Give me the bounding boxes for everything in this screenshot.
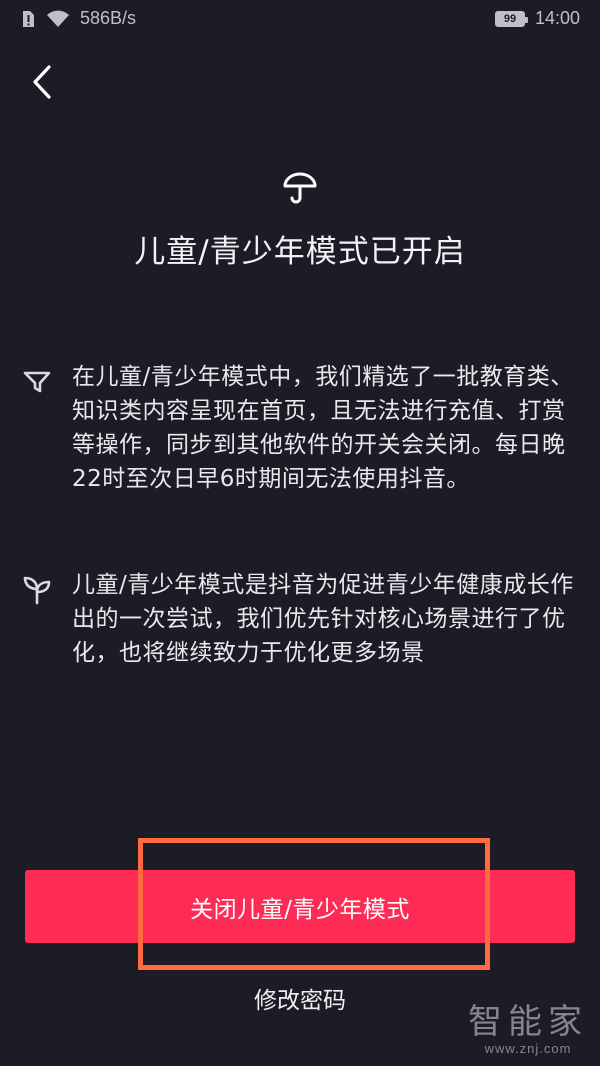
info-item-youth-health: 儿童/青少年模式是抖音为促进青少年健康成长作出的一次尝试，我们优先针对核心场景进… <box>20 568 585 670</box>
battery-level: 99 <box>503 12 517 25</box>
chevron-left-icon <box>33 65 51 99</box>
status-left: 586B/s <box>20 8 136 29</box>
close-youth-mode-label: 关闭儿童/青少年模式 <box>190 896 410 923</box>
info-item-content-restriction: 在儿童/青少年模式中，我们精选了一批教育类、知识类内容呈现在首页，且无法进行充值… <box>20 360 585 496</box>
status-right: 99 14:00 <box>494 8 580 29</box>
watermark-url: www.znj.com <box>484 1041 572 1056</box>
filter-funnel-icon <box>23 371 51 393</box>
sim-alert-icon <box>23 10 34 27</box>
back-button[interactable] <box>22 62 62 102</box>
network-speed: 586B/s <box>80 8 137 28</box>
watermark: 智能家 www.znj.com <box>468 1003 588 1056</box>
info-text-youth-health: 儿童/青少年模式是抖音为促进青少年健康成长作出的一次尝试，我们优先针对核心场景进… <box>72 572 574 666</box>
umbrella-icon <box>283 172 317 204</box>
sprout-icon <box>23 576 51 605</box>
page-title: 儿童/青少年模式已开启 <box>134 234 466 270</box>
clock: 14:00 <box>534 8 580 28</box>
watermark-logo-text: 智能家 <box>468 1002 588 1042</box>
status-bar: 586B/s 99 14:00 <box>0 0 600 40</box>
close-youth-mode-button[interactable]: 关闭儿童/青少年模式 <box>25 870 575 943</box>
info-text-content-restriction: 在儿童/青少年模式中，我们精选了一批教育类、知识类内容呈现在首页，且无法进行充值… <box>72 364 574 492</box>
battery-icon: 99 <box>494 10 528 27</box>
wifi-icon <box>47 10 69 27</box>
